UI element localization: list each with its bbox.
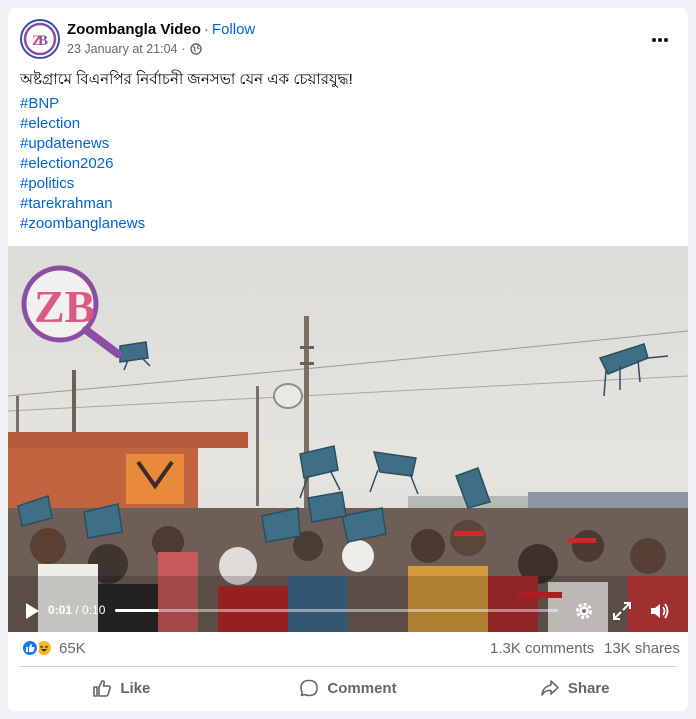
share-label: Share bbox=[567, 679, 610, 697]
share-button[interactable]: Share bbox=[461, 668, 688, 708]
hashtag-link[interactable]: #tarekrahman bbox=[20, 194, 145, 214]
current-time: 0:01 bbox=[48, 603, 73, 617]
hashtag-link[interactable]: #BNP bbox=[20, 94, 145, 114]
settings-gear-icon[interactable] bbox=[573, 600, 595, 622]
comment-label: Comment bbox=[327, 679, 397, 697]
name-separator: · bbox=[203, 21, 209, 38]
comments-count[interactable]: 1.3K comments bbox=[490, 640, 594, 657]
more-horizontal-icon bbox=[652, 38, 668, 42]
share-arrow-icon bbox=[541, 680, 559, 696]
svg-text:B: B bbox=[38, 33, 48, 49]
progress-fill bbox=[115, 609, 160, 612]
globe-icon bbox=[189, 43, 202, 55]
thumbs-up-icon bbox=[93, 680, 112, 697]
like-label: Like bbox=[120, 679, 151, 697]
watermark-text: ZB bbox=[34, 281, 95, 332]
hashtag-link[interactable]: #updatenews bbox=[20, 134, 145, 154]
progress-bar[interactable] bbox=[115, 609, 558, 612]
hashtag-list: #BNP #election #updatenews #election2026… bbox=[20, 94, 145, 234]
comment-button[interactable]: Comment bbox=[235, 668, 462, 708]
reactions-summary[interactable]: 65K bbox=[21, 639, 86, 657]
hashtag-link[interactable]: #politics bbox=[20, 174, 145, 194]
follow-button[interactable]: Follow bbox=[212, 21, 255, 38]
video-player[interactable]: ZB 0:01 / 0:10 bbox=[8, 246, 688, 632]
more-options-button[interactable] bbox=[642, 22, 678, 58]
actions-divider bbox=[20, 666, 676, 667]
page-name[interactable]: Zoombangla Video bbox=[67, 21, 201, 38]
shares-count[interactable]: 13K shares bbox=[604, 640, 680, 657]
post-header: Z B Zoombangla Video · Follow 23 January a… bbox=[8, 8, 688, 68]
comment-bubble-icon bbox=[300, 679, 319, 697]
duration: 0:10 bbox=[82, 603, 106, 617]
post-actions: Like Comment Share bbox=[8, 668, 688, 708]
page-avatar[interactable]: Z B bbox=[20, 19, 60, 59]
post-timestamp[interactable]: 23 January at 21:04 bbox=[67, 42, 178, 56]
reaction-count: 65K bbox=[59, 639, 86, 657]
post-caption: অষ্টগ্রামে বিএনপির নির্বাচনী জনসভা যেন এ… bbox=[20, 71, 353, 88]
play-icon[interactable] bbox=[20, 600, 42, 622]
hashtag-link[interactable]: #election2026 bbox=[20, 154, 145, 174]
hashtag-link[interactable]: #election bbox=[20, 114, 145, 134]
post-card: Z B Zoombangla Video · Follow 23 January a… bbox=[8, 8, 688, 711]
like-button[interactable]: Like bbox=[8, 668, 235, 708]
time-separator: / bbox=[72, 603, 83, 617]
video-controls: 0:01 / 0:10 bbox=[8, 592, 688, 632]
post-meta: 23 January at 21:04 · bbox=[67, 42, 202, 56]
video-frame: ZB bbox=[8, 246, 688, 632]
like-icon bbox=[21, 639, 39, 657]
volume-icon[interactable] bbox=[648, 600, 670, 622]
meta-separator: · bbox=[181, 42, 186, 56]
page-name-line: Zoombangla Video · Follow bbox=[67, 21, 255, 38]
post-stats: 65K 1.3K comments 13K shares bbox=[8, 634, 688, 664]
video-time: 0:01 / 0:10 bbox=[48, 603, 105, 617]
hashtag-link[interactable]: #zoombanglanews bbox=[20, 214, 145, 234]
fullscreen-icon[interactable] bbox=[611, 600, 633, 622]
zoombangla-logo-icon: Z B bbox=[23, 22, 57, 56]
